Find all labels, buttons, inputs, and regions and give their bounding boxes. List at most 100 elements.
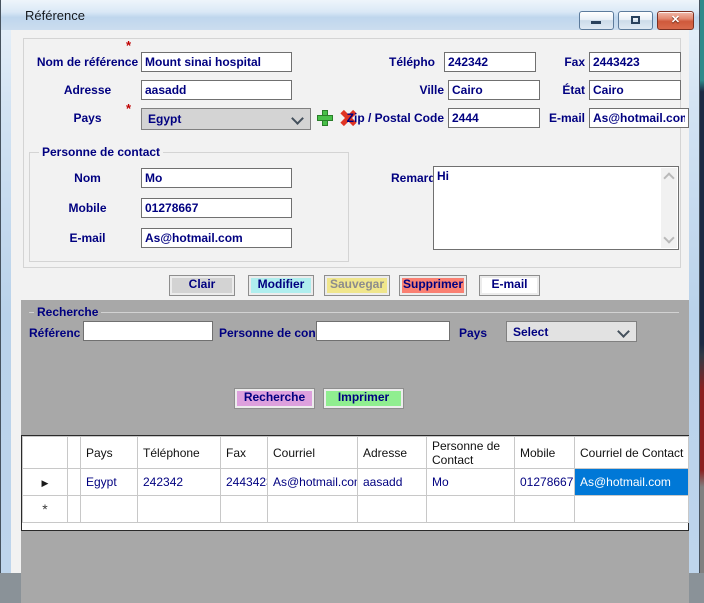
required-marker-name: * (126, 41, 131, 51)
grid-header-mobile[interactable]: Mobile (515, 437, 575, 469)
address-label: Adresse (36, 82, 139, 98)
table-row: ▶ Egypt 242342 2443423 As@hotmail.com aa… (23, 469, 689, 496)
remarks-scrollbar[interactable] (661, 168, 677, 248)
delete-button[interactable]: Supprimer (399, 275, 467, 296)
row-selector[interactable]: ▶ (23, 469, 68, 496)
grid-header-courriel[interactable]: Courriel (268, 437, 358, 469)
search-title: Recherche (34, 305, 101, 319)
contact-mobile-input[interactable] (141, 198, 292, 218)
contact-groupbox-title: Personne de contact (39, 145, 163, 159)
search-reference-input[interactable] (83, 321, 213, 341)
country-label: Pays (36, 110, 139, 126)
email-button[interactable]: E-mail (479, 275, 540, 296)
grid-cell-personne[interactable]: Mo (427, 469, 515, 496)
minimize-button[interactable] (579, 11, 614, 30)
grid-header-adresse[interactable]: Adresse (358, 437, 427, 469)
grid-header-courriel-contact[interactable]: Courriel de Contact (575, 437, 689, 469)
reference-name-input[interactable] (141, 52, 292, 72)
grid-cell[interactable] (358, 496, 427, 523)
search-button[interactable]: Recherche (234, 388, 315, 409)
grid-header-row: Pays Téléphone Fax Courriel Adresse Pers… (23, 437, 689, 469)
new-row-selector[interactable]: * (23, 496, 68, 523)
minimize-icon (591, 21, 601, 24)
grid-cell[interactable] (515, 496, 575, 523)
print-button[interactable]: Imprimer (323, 388, 404, 409)
email-input[interactable] (589, 108, 689, 128)
grid-cell[interactable] (268, 496, 358, 523)
city-input[interactable] (448, 80, 540, 100)
country-dropdown[interactable]: Egypt (141, 108, 311, 130)
current-row-arrow-icon: ▶ (42, 478, 49, 488)
title-bar[interactable]: Référence ✕ (1, 0, 699, 30)
grid-cell-courriel-contact-selected[interactable]: As@hotmail.com (575, 469, 689, 496)
contact-email-input[interactable] (141, 228, 292, 248)
search-contact-label: Personne de con (219, 325, 316, 341)
email-label: E-mail (547, 110, 585, 126)
remarks-label: Remarq (391, 170, 435, 186)
client-area: * Nom de référence Télépho Fax Adresse V… (11, 30, 689, 573)
address-input[interactable] (141, 80, 292, 100)
close-button[interactable]: ✕ (657, 11, 694, 30)
desktop-background (700, 0, 704, 573)
grid-cell-mobile[interactable]: 01278667 (515, 469, 575, 496)
scroll-up-icon[interactable] (663, 172, 674, 183)
grid-header-telephone[interactable]: Téléphone (138, 437, 221, 469)
grid-cell[interactable] (81, 496, 138, 523)
fax-label: Fax (555, 54, 585, 70)
country-dropdown-value: Egypt (148, 112, 181, 126)
search-country-dropdown[interactable]: Select (506, 321, 637, 342)
zip-label: Zip / Postal Code (338, 110, 444, 126)
grid-header-fax[interactable]: Fax (221, 437, 268, 469)
phone-label: Télépho (389, 54, 443, 70)
chevron-down-icon (617, 325, 630, 338)
grid-header-selector[interactable] (23, 437, 68, 469)
window-controls: ✕ (579, 11, 694, 30)
contact-mobile-label: Mobile (36, 200, 139, 216)
contact-name-label: Nom (36, 170, 139, 186)
grid-cell-adresse[interactable]: aasadd (358, 469, 427, 496)
zip-input[interactable] (448, 108, 540, 128)
city-label: Ville (410, 82, 444, 98)
phone-input[interactable] (444, 52, 536, 72)
grid-cell-telephone[interactable]: 242342 (138, 469, 221, 496)
search-country-label: Pays (459, 325, 493, 341)
search-reference-label: Référenc (29, 325, 84, 341)
remarks-textarea[interactable]: Hi (435, 168, 663, 248)
search-contact-input[interactable] (316, 321, 450, 341)
window-title: Référence (25, 8, 85, 23)
state-input[interactable] (589, 80, 681, 100)
grid-cell-pays[interactable]: Egypt (81, 469, 138, 496)
grid-cell[interactable] (427, 496, 515, 523)
maximize-button[interactable] (618, 11, 653, 30)
results-grid: Pays Téléphone Fax Courriel Adresse Pers… (21, 435, 689, 531)
table-row-new: * (23, 496, 689, 523)
modify-button[interactable]: Modifier (248, 275, 314, 296)
grid-header-blank[interactable] (68, 437, 81, 469)
maximize-icon (631, 16, 640, 24)
contact-name-input[interactable] (141, 168, 292, 188)
grid-cell-courriel[interactable]: As@hotmail.com (268, 469, 358, 496)
grid-header-pays[interactable]: Pays (81, 437, 138, 469)
grid-cell-blank[interactable] (68, 469, 81, 496)
grid-cell-blank[interactable] (68, 496, 81, 523)
grid-cell[interactable] (221, 496, 268, 523)
close-icon: ✕ (658, 13, 693, 26)
remarks-box: Hi (433, 166, 679, 250)
state-label: État (552, 82, 585, 98)
grid-cell[interactable] (575, 496, 689, 523)
add-country-icon[interactable] (317, 110, 333, 126)
reference-name-label: Nom de référence (36, 54, 139, 70)
save-button[interactable]: Sauvegar (324, 275, 390, 296)
chevron-down-icon (291, 112, 304, 125)
reference-window: Référence ✕ * Nom de référence Télépho F… (0, 0, 700, 573)
search-groupbox-line (29, 312, 679, 313)
grid-cell-fax[interactable]: 2443423 (221, 469, 268, 496)
search-country-dropdown-value: Select (513, 325, 548, 339)
grid-cell[interactable] (138, 496, 221, 523)
new-row-star-icon: * (42, 501, 47, 517)
clear-button[interactable]: Clair (169, 275, 235, 296)
scroll-down-icon[interactable] (663, 232, 674, 243)
grid-header-personne[interactable]: Personne de Contact (427, 437, 515, 469)
contact-email-label: E-mail (36, 230, 139, 246)
fax-input[interactable] (589, 52, 681, 72)
